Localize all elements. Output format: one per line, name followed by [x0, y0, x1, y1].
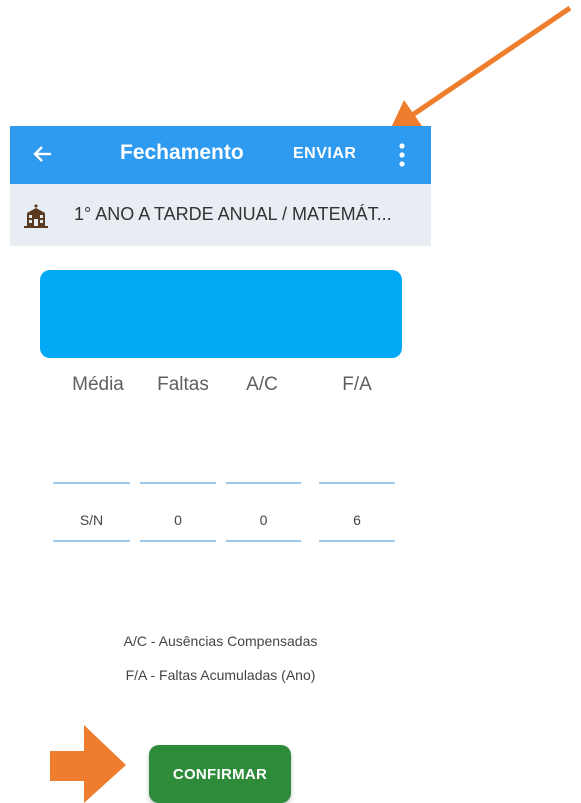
- faltas-field-top-line: [140, 482, 216, 484]
- more-vertical-icon: [399, 143, 405, 167]
- media-field[interactable]: S/N: [53, 512, 130, 528]
- fa-field[interactable]: 6: [319, 512, 395, 528]
- ac-field-top-line: [226, 482, 301, 484]
- send-button[interactable]: ENVIAR: [293, 145, 356, 163]
- screen: Fechamento ENVIAR 1° ANO A TARDE ANUAL /…: [0, 0, 581, 803]
- ac-field-underline: [226, 540, 301, 542]
- class-name: 1° ANO A TARDE ANUAL / MATEMÁT...: [74, 204, 392, 224]
- faltas-field[interactable]: 0: [140, 512, 216, 528]
- legend-ac: A/C - Ausências Compensadas: [123, 633, 318, 649]
- confirm-button[interactable]: CONFIRMAR: [149, 745, 291, 803]
- fa-field-top-line: [319, 482, 395, 484]
- column-header-media: Média: [72, 374, 124, 395]
- student-banner: [40, 270, 402, 358]
- annotation-arrow-right-icon: [50, 725, 126, 803]
- more-menu-button[interactable]: [390, 138, 414, 172]
- faltas-field-underline: [140, 540, 216, 542]
- arrow-left-icon: [33, 146, 51, 162]
- column-header-ac: A/C: [246, 374, 278, 395]
- class-bar: 1° ANO A TARDE ANUAL / MATEMÁT...: [10, 184, 431, 246]
- column-header-fa: F/A: [342, 374, 372, 395]
- media-field-top-line: [53, 482, 130, 484]
- media-field-underline: [53, 540, 130, 542]
- column-header-faltas: Faltas: [157, 374, 209, 395]
- app-bar: Fechamento ENVIAR: [10, 126, 431, 184]
- back-button[interactable]: [28, 139, 58, 169]
- fa-field-underline: [319, 540, 395, 542]
- school-building-icon: [24, 204, 48, 228]
- annotation-arrow-icon: [390, 5, 572, 130]
- ac-field[interactable]: 0: [226, 512, 301, 528]
- legend-fa: F/A - Faltas Acumuladas (Ano): [125, 667, 316, 683]
- page-title: Fechamento: [120, 141, 244, 164]
